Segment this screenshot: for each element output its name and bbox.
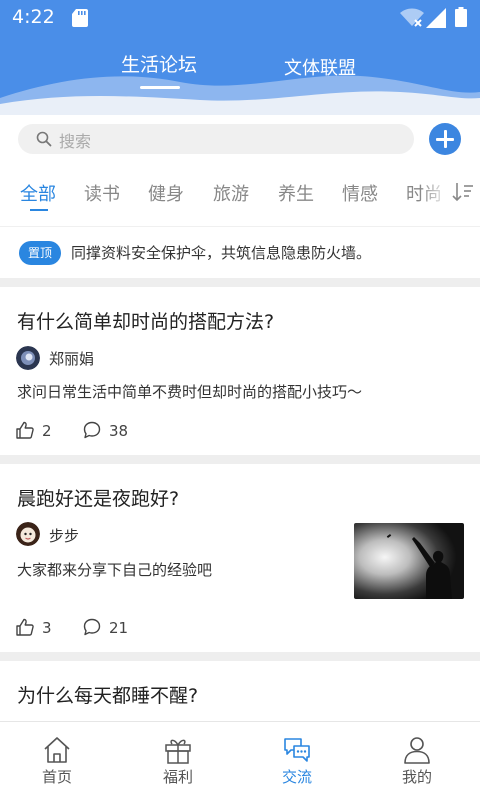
comment-icon[interactable]: [83, 421, 101, 439]
post-thumbnail[interactable]: [354, 523, 464, 599]
category-tab-all[interactable]: 全部: [20, 180, 56, 206]
tab-life-forum[interactable]: 生活论坛: [121, 50, 197, 77]
search-row: 搜索: [0, 115, 480, 163]
category-tab-travel[interactable]: 旅游: [213, 180, 249, 206]
comment-icon[interactable]: [83, 618, 101, 636]
post-author[interactable]: 步步: [49, 525, 79, 546]
bottom-nav: 首页 福利 交流 我的: [0, 721, 480, 800]
signal-icon: [426, 8, 446, 28]
nav-exchange[interactable]: 交流: [237, 722, 357, 800]
sd-card-icon: [72, 9, 88, 27]
avatar[interactable]: [16, 346, 40, 370]
active-tab-indicator: [140, 86, 180, 89]
post-card[interactable]: 有什么简单却时尚的搭配方法? 郑丽娟 求问日常生活中简单不费时但却时尚的搭配小技…: [0, 287, 480, 455]
post-title: 晨跑好还是夜跑好?: [17, 488, 180, 510]
like-count: 2: [42, 422, 52, 440]
search-icon: [36, 131, 52, 147]
home-icon: [44, 737, 70, 763]
pinned-text: 同撑资料安全保护伞，共筑信息隐患防火墙。: [71, 244, 372, 262]
nav-home[interactable]: 首页: [0, 722, 117, 800]
post-excerpt: 求问日常生活中简单不费时但却时尚的搭配小技巧～: [17, 383, 363, 401]
pinned-notice[interactable]: 置顶 同撑资料安全保护伞，共筑信息隐患防火墙。: [0, 226, 480, 278]
nav-label: 福利: [162, 768, 193, 786]
tab-sports-culture[interactable]: 文体联盟: [284, 54, 356, 80]
search-input[interactable]: 搜索: [18, 124, 414, 154]
post-title: 为什么每天都睡不醒?: [17, 685, 199, 707]
comment-count: 21: [109, 619, 129, 637]
like-icon[interactable]: [16, 421, 34, 439]
category-tab-fitness[interactable]: 健身: [148, 180, 184, 206]
comment-count: 38: [109, 422, 129, 440]
search-placeholder: 搜索: [59, 132, 92, 151]
sort-icon[interactable]: [452, 181, 474, 203]
nav-label: 我的: [401, 768, 432, 786]
post-author[interactable]: 郑丽娟: [49, 348, 94, 369]
category-fade: [420, 163, 450, 226]
like-icon[interactable]: [16, 618, 34, 636]
user-icon: [404, 737, 430, 764]
post-title: 有什么简单却时尚的搭配方法?: [17, 311, 275, 333]
post-card[interactable]: 为什么每天都睡不醒?: [0, 661, 480, 721]
gift-icon: [165, 739, 191, 764]
category-active-indicator: [30, 209, 48, 211]
chat-icon: [284, 738, 310, 762]
category-tab-reading[interactable]: 读书: [84, 180, 120, 206]
category-tabs: 全部 读书 健身 旅游 养生 情感 时尚: [0, 163, 480, 226]
nav-label: 交流: [281, 768, 312, 786]
status-bar: 4:22: [0, 0, 480, 36]
like-count: 3: [42, 619, 52, 637]
nav-mine[interactable]: 我的: [357, 722, 477, 800]
status-time: 4:22: [12, 6, 55, 28]
avatar[interactable]: [16, 522, 40, 546]
battery-icon: [455, 7, 467, 27]
add-post-button[interactable]: [429, 123, 461, 155]
nav-welfare[interactable]: 福利: [118, 722, 238, 800]
post-excerpt: 大家都来分享下自己的经验吧: [17, 561, 213, 579]
header: 4:22 生活论坛 文体联盟: [0, 0, 480, 115]
category-tab-health[interactable]: 养生: [278, 180, 314, 206]
pinned-badge: 置顶: [19, 241, 61, 265]
nav-label: 首页: [41, 768, 72, 786]
wifi-icon: [400, 8, 424, 27]
category-tab-emotion[interactable]: 情感: [342, 180, 378, 206]
post-card[interactable]: 晨跑好还是夜跑好? 步步 大家都来分享下自己的经验吧 3 21: [0, 464, 480, 652]
